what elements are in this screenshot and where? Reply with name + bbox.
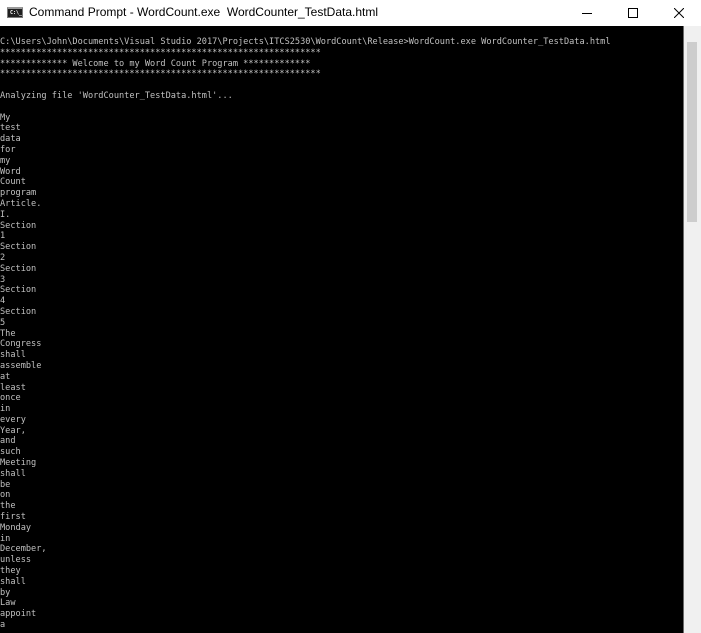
console-line: at: [0, 371, 11, 382]
console-line: for: [0, 144, 16, 155]
console-line: Law: [0, 598, 16, 609]
console-line: Article.: [0, 198, 42, 209]
console-line: data: [0, 134, 21, 145]
close-button[interactable]: [656, 0, 701, 26]
console-line: a: [0, 620, 6, 631]
console-line: My: [0, 112, 11, 123]
title-bar[interactable]: C:\_ Command Prompt - WordCount.exe Word…: [0, 0, 701, 26]
console-line: Count: [0, 177, 26, 188]
scrollbar-thumb[interactable]: [687, 42, 697, 222]
console-line: 5: [0, 317, 6, 328]
console-line: such: [0, 447, 21, 458]
console-line: Congress: [0, 339, 42, 350]
console-line: Analyzing file 'WordCounter_TestData.htm…: [0, 90, 233, 101]
console-output-area[interactable]: C:\Users\John\Documents\Visual Studio 20…: [0, 26, 683, 633]
console-line: 2: [0, 252, 6, 263]
console-line: in: [0, 404, 11, 415]
cmd-icon[interactable]: C:\_: [7, 7, 23, 18]
console-line: The: [0, 328, 16, 339]
console-line: my: [0, 155, 11, 166]
console-line: Year,: [0, 425, 26, 436]
console-line: Section: [0, 242, 37, 253]
console-line: Section: [0, 306, 37, 317]
console-line: unless: [0, 555, 32, 566]
console-line: appoint: [0, 609, 37, 620]
close-icon: [674, 8, 684, 18]
console-line: Section: [0, 263, 37, 274]
console-line: in: [0, 533, 11, 544]
command-prompt-window: C:\_ Command Prompt - WordCount.exe Word…: [0, 0, 701, 633]
minimize-button[interactable]: [564, 0, 610, 26]
console-line: Word: [0, 166, 21, 177]
window-title: Command Prompt - WordCount.exe WordCount…: [29, 5, 379, 19]
console-line: program: [0, 188, 37, 199]
maximize-button[interactable]: [610, 0, 656, 26]
console-line: 3: [0, 274, 6, 285]
console-line: first: [0, 512, 26, 523]
console-line: and: [0, 436, 16, 447]
console-line: 1: [0, 231, 6, 242]
console-line: shall: [0, 468, 26, 479]
console-line: Meeting: [0, 458, 37, 469]
console-lines: C:\Users\John\Documents\Visual Studio 20…: [0, 37, 611, 631]
minimize-icon: [582, 13, 592, 14]
console-line: 4: [0, 296, 6, 307]
console-line: shall: [0, 350, 26, 361]
console-line: test: [0, 123, 21, 134]
vertical-scrollbar[interactable]: [683, 26, 701, 633]
console-line: ************* Welcome to my Word Count P…: [0, 58, 311, 69]
console-line: ****************************************…: [0, 47, 321, 58]
console-line: December,: [0, 544, 47, 555]
console-line: the: [0, 501, 16, 512]
console-line: Section: [0, 285, 37, 296]
console-line: once: [0, 393, 21, 404]
console-line: I.: [0, 209, 11, 220]
console-line: shall: [0, 576, 26, 587]
console-line: be: [0, 479, 11, 490]
console-line: ****************************************…: [0, 69, 321, 80]
console-line: every: [0, 414, 26, 425]
console-line: Section: [0, 220, 37, 231]
console-line: C:\Users\John\Documents\Visual Studio 20…: [0, 37, 611, 47]
console-line: Monday: [0, 522, 32, 533]
maximize-icon: [628, 8, 638, 18]
console-line: they: [0, 566, 21, 577]
console-line: on: [0, 490, 11, 501]
console-line: assemble: [0, 360, 42, 371]
console-line: by: [0, 587, 11, 598]
console-line: least: [0, 382, 26, 393]
